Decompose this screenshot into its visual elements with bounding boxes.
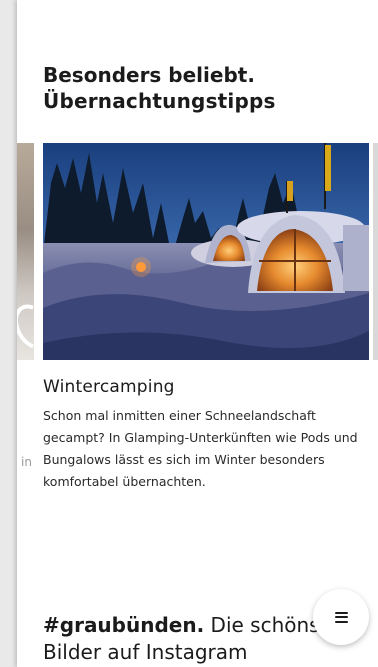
next-card-image[interactable] xyxy=(373,143,378,360)
wintercamping-image[interactable] xyxy=(43,143,369,360)
section-title-bold: Besonders beliebt. xyxy=(43,63,255,87)
hamburger-menu-icon xyxy=(334,611,348,623)
menu-button[interactable] xyxy=(313,589,369,645)
section-heading: Besonders beliebt. Übernachtungstipps xyxy=(43,62,373,115)
card-title[interactable]: Wintercamping xyxy=(43,377,175,397)
section-title-light: Übernachtungstipps xyxy=(43,89,276,113)
previous-card-image[interactable] xyxy=(17,143,60,360)
card-description: Schon mal inmitten einer Schneelandschaf… xyxy=(43,408,358,489)
instagram-title-bold: #graubünden. xyxy=(43,613,205,637)
page-panel: Besonders beliebt. Übernachtungstipps in xyxy=(17,0,378,667)
previous-card-text-fragment: in xyxy=(21,455,32,469)
